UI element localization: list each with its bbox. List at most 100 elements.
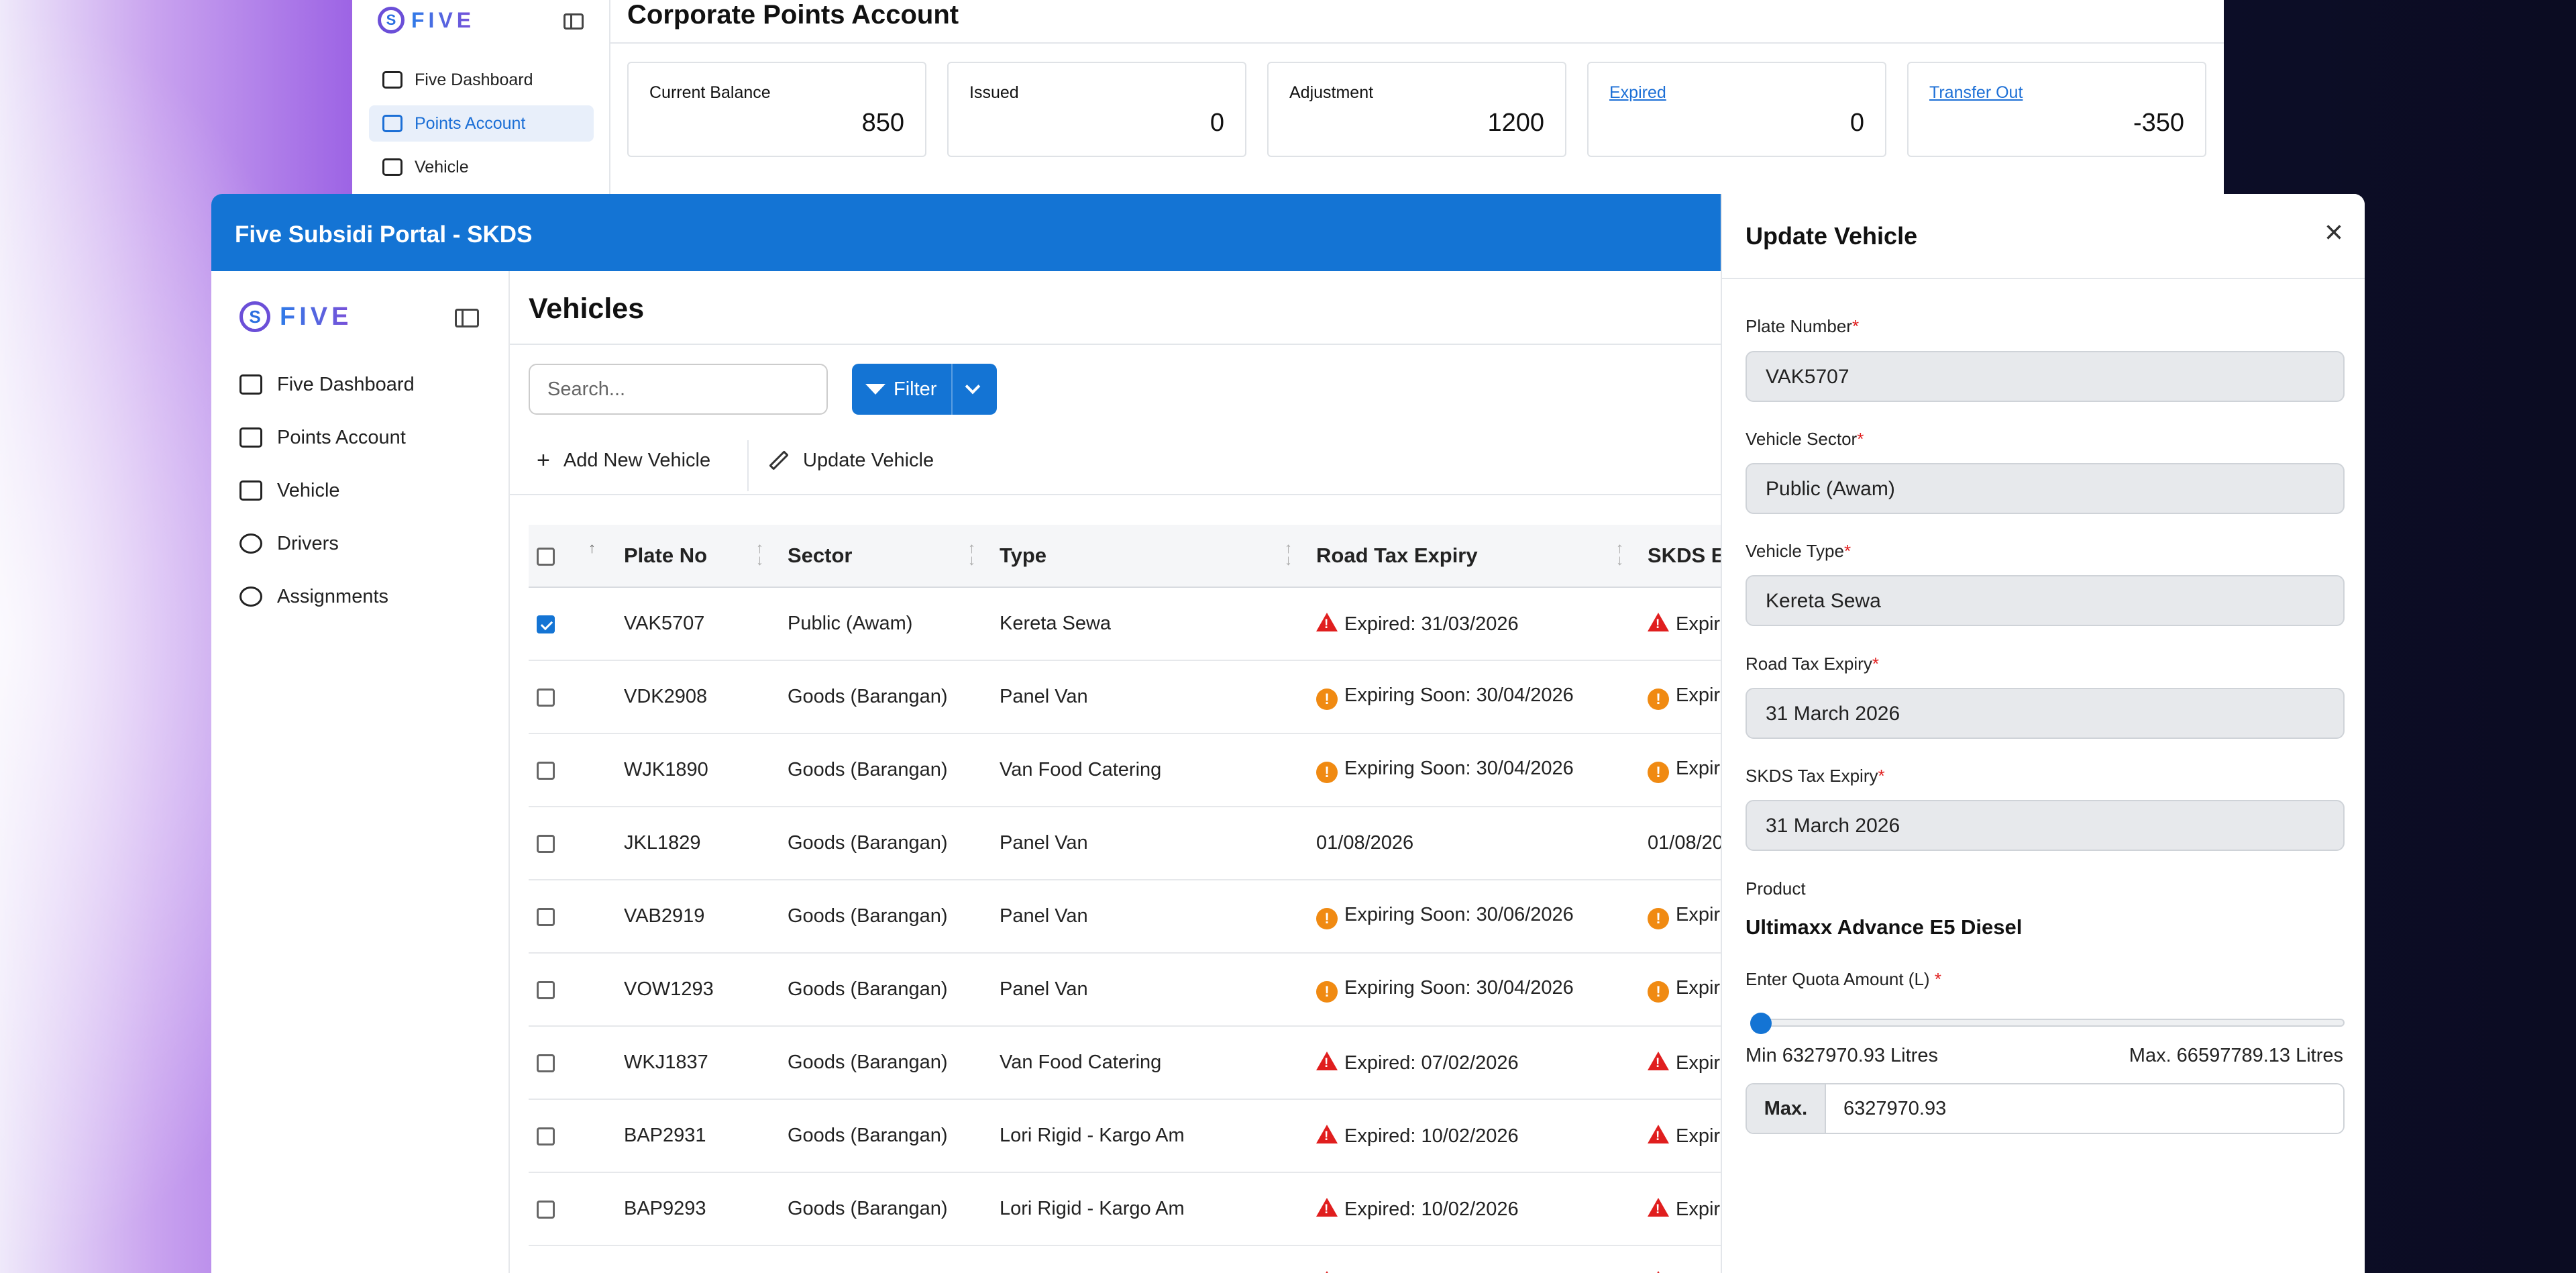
field-label: Vehicle Type [1746, 541, 1844, 561]
sector-cell: Goods (Barangan) [780, 1245, 991, 1273]
close-icon[interactable]: × [2324, 217, 2343, 249]
transfer-out-link[interactable]: Transfer Out [1929, 83, 2023, 103]
filter-main[interactable]: Filter [852, 364, 953, 415]
road-tax-cell: ! Expiring Soon: 30/04/2026 [1308, 953, 1640, 1027]
row-checkbox[interactable] [537, 761, 555, 780]
warning-icon [1648, 1197, 1669, 1217]
vehicle-type: Van Food Catering [1000, 759, 1162, 780]
row-select [529, 587, 616, 661]
row-checkbox[interactable] [537, 907, 555, 926]
road-tax-expiry: Expired: 07/02/2026 [1344, 1052, 1519, 1074]
row-checkbox[interactable] [537, 980, 555, 999]
card-label: Issued [969, 83, 1019, 102]
row-select [529, 1172, 616, 1246]
required-mark: * [1934, 969, 1941, 989]
bg-nav-five-dashboard[interactable]: Five Dashboard [369, 62, 594, 98]
max-button[interactable]: Max. [1747, 1084, 1826, 1133]
row-checkbox[interactable] [537, 834, 555, 853]
sidebar-toggle-icon[interactable] [564, 13, 584, 30]
field-label: Enter Quota Amount (L) [1746, 969, 1935, 989]
warning-icon [1316, 1270, 1338, 1273]
plate-cell: BAP9293 [616, 1172, 780, 1246]
sidebar-item-five-dashboard[interactable]: Five Dashboard [239, 361, 415, 408]
plate-cell: VDK2908 [616, 660, 780, 734]
sort-icon[interactable]: ↑ [588, 541, 596, 556]
alert-circle-icon: ! [1648, 980, 1669, 1003]
type-cell: Panel Van [991, 807, 1308, 880]
sidebar-toggle-icon[interactable] [455, 309, 479, 327]
quota-amount-input[interactable] [1826, 1084, 2343, 1133]
bg-nav-label: Points Account [415, 113, 526, 133]
bg-page-title: Corporate Points Account [627, 0, 959, 30]
card-value: 850 [861, 109, 904, 137]
road-tax-cell: ! Expiring Soon: 30/04/2026 [1308, 733, 1640, 807]
sector-cell: Goods (Barangan) [780, 1172, 991, 1246]
type-cell: Van Food Catering [991, 733, 1308, 807]
quota-slider-handle[interactable] [1750, 1013, 1772, 1034]
sidebar-item-assignments[interactable]: Assignments [239, 573, 388, 620]
bg-logo: S FIVE [378, 7, 475, 34]
header-plate[interactable]: Plate No ↑ ↓ [616, 525, 780, 588]
sector-cell: Goods (Barangan) [780, 733, 991, 807]
quota-slider[interactable] [1750, 1019, 2345, 1027]
wallet-icon [239, 427, 262, 448]
header-sector[interactable]: Sector ↑ ↓ [780, 525, 991, 588]
type-cell: Panel Van [991, 880, 1308, 954]
header-type[interactable]: Type ↑ ↓ [991, 525, 1308, 588]
sort-icon[interactable]: ↑ ↓ [1285, 541, 1292, 568]
road-tax-expiry: Expired: 31/03/2026 [1344, 613, 1519, 635]
row-select [529, 660, 616, 734]
type-cell: Kereta Sewa [991, 587, 1308, 661]
road-tax-expiry: Expired: 10/02/2026 [1344, 1198, 1519, 1220]
app-title-bar: Five Subsidi Portal - SKDS [211, 194, 1721, 271]
add-vehicle-button[interactable]: + Add New Vehicle [529, 436, 710, 485]
bg-nav-points-account[interactable]: Points Account [369, 105, 594, 142]
road-tax-expiry-label: Road Tax Expiry* [1746, 654, 1879, 674]
add-vehicle-label: Add New Vehicle [563, 449, 711, 471]
sidebar-item-label: Vehicle [277, 479, 340, 501]
product-value: Ultimaxx Advance E5 Diesel [1746, 915, 2023, 939]
header-road-tax[interactable]: Road Tax Expiry ↑ ↓ [1308, 525, 1640, 588]
row-checkbox[interactable] [537, 615, 555, 633]
select-all-checkbox[interactable] [537, 548, 555, 566]
update-vehicle-panel: Update Vehicle × Plate Number* VAK5707 V… [1721, 194, 2365, 1273]
row-checkbox[interactable] [537, 1200, 555, 1219]
divider [747, 440, 749, 491]
sidebar-item-points-account[interactable]: Points Account [239, 414, 406, 461]
vehicle-type-field[interactable]: Kereta Sewa [1746, 575, 2345, 626]
sort-icon[interactable]: ↑ ↓ [756, 541, 763, 568]
card-adjustment: Adjustment 1200 [1267, 62, 1566, 157]
road-tax-cell: Expired: 31/03/2026 [1308, 587, 1640, 661]
road-tax-expiry: Expiring Soon: 30/04/2026 [1344, 976, 1574, 999]
filter-button[interactable]: Filter [852, 364, 997, 415]
user-icon [239, 533, 262, 554]
vehicle-sector-field[interactable]: Public (Awam) [1746, 463, 2345, 514]
plate-cell: WKJ1837 [616, 1026, 780, 1100]
bg-nav-vehicle[interactable]: Vehicle [369, 149, 594, 185]
road-tax-expiry-field[interactable]: 31 March 2026 [1746, 688, 2345, 739]
sector: Goods (Barangan) [788, 759, 948, 780]
sort-icon[interactable]: ↑ ↓ [968, 541, 975, 568]
required-mark: * [1857, 429, 1864, 449]
vehicle-type: Van Food Catering [1000, 1052, 1162, 1073]
sidebar-item-label: Assignments [277, 585, 389, 607]
filter-label: Filter [894, 378, 937, 400]
skds-tax-expiry-field[interactable]: 31 March 2026 [1746, 800, 2345, 851]
sort-icon[interactable]: ↑ ↓ [1616, 541, 1623, 568]
road-tax-cell: Expired: 10/02/2026 [1308, 1099, 1640, 1173]
row-checkbox[interactable] [537, 1054, 555, 1072]
plate-number-field[interactable]: VAK5707 [1746, 351, 2345, 402]
column-header: Type [1000, 544, 1047, 567]
alert-circle-icon: ! [1648, 688, 1669, 710]
search-input[interactable] [529, 364, 828, 415]
chevron-down-icon[interactable] [965, 378, 981, 395]
sidebar-item-label: Five Dashboard [277, 373, 415, 395]
row-checkbox[interactable] [537, 688, 555, 707]
assign-user-icon [239, 587, 262, 607]
row-checkbox[interactable] [537, 1127, 555, 1145]
update-vehicle-button[interactable]: Update Vehicle [768, 436, 934, 485]
sidebar-item-drivers[interactable]: Drivers [239, 520, 339, 567]
expired-link[interactable]: Expired [1609, 83, 1666, 103]
logo: S FIVE [239, 301, 352, 332]
sidebar-item-vehicle[interactable]: Vehicle [239, 467, 340, 514]
